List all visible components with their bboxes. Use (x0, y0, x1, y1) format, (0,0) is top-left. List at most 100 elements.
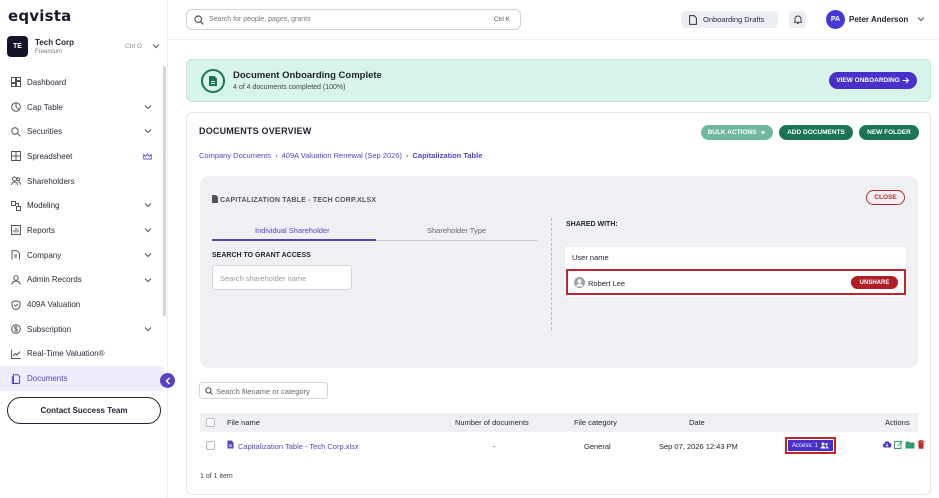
admin-records-icon (11, 275, 21, 285)
shareholder-search-input[interactable]: Search shareholder name (212, 265, 352, 290)
sidebar-item-409a-valuation[interactable]: 409A Valuation (0, 292, 164, 317)
user-name-header: User name (572, 253, 609, 262)
search-shortcut: Ctrl K (493, 16, 510, 23)
company-shortcut: Ctrl O (125, 43, 142, 50)
sidebar-menu: Dashboard Cap Table Securities Spreadshe… (0, 70, 164, 391)
top-bar: Search for people, pages, grants Ctrl K … (168, 0, 939, 40)
chevron-down-icon (144, 104, 152, 109)
edit-icon[interactable] (894, 440, 903, 449)
bulk-actions-button[interactable]: BULK ACTIONS (701, 125, 773, 140)
sidebar-item-subscription[interactable]: Subscription (0, 317, 164, 342)
sidebar-item-label: Reports (27, 225, 56, 235)
trash-icon[interactable] (917, 440, 925, 449)
tab-shareholder-type[interactable]: Shareholder Type (427, 226, 486, 235)
sidebar-item-label: Shareholders (27, 176, 75, 186)
modeling-icon (11, 200, 21, 211)
sidebar-item-cap-table[interactable]: Cap Table (0, 95, 164, 120)
sidebar-item-admin-records[interactable]: Admin Records (0, 268, 164, 293)
notifications-button[interactable] (789, 11, 806, 28)
unshare-button[interactable]: UNSHARE (851, 276, 898, 289)
sidebar-item-spreadsheet[interactable]: Spreadsheet (0, 144, 164, 169)
subscription-icon (11, 324, 21, 335)
select-all-checkbox[interactable] (206, 418, 215, 427)
share-tabs: Individual Shareholder Shareholder Type (212, 220, 538, 241)
breadcrumb-item[interactable]: 409A Valuation Renewal (Sep 2026) (282, 151, 402, 160)
column-header-actions: Actions (885, 418, 910, 427)
view-onboarding-button[interactable]: VIEW ONBOARDING (829, 72, 917, 89)
sidebar: eqvista TE Tech Corp Freemium Ctrl O Das… (0, 0, 168, 498)
breadcrumb-current: Capitalization Table (412, 151, 483, 160)
sidebar-item-reports[interactable]: Reports (0, 218, 164, 243)
share-access-panel: CAPITALIZATION TABLE - TECH CORP.XLSX CL… (200, 176, 918, 368)
chevron-down-icon (144, 129, 152, 134)
company-switcher[interactable]: TE Tech Corp Freemium Ctrl O (7, 36, 162, 62)
sidebar-item-real-time-valuation[interactable]: Real-Time Valuation® (0, 342, 164, 367)
sidebar-item-shareholders[interactable]: Shareholders (0, 169, 164, 194)
document-icon (689, 15, 697, 25)
new-folder-button[interactable]: NEW FOLDER (859, 125, 919, 140)
shared-user-row: Robert Lee UNSHARE (566, 269, 906, 295)
panel-divider (551, 218, 552, 330)
sidebar-item-label: Spreadsheet (27, 151, 73, 161)
banner-subtitle: 4 of 4 documents completed (100%) (233, 84, 346, 91)
sidebar-item-dashboard[interactable]: Dashboard (0, 70, 164, 95)
documents-icon (11, 373, 21, 384)
collapse-sidebar-button[interactable] (160, 373, 175, 388)
document-check-icon (201, 69, 225, 93)
sidebar-scrollbar[interactable] (163, 66, 166, 316)
file-search-input[interactable]: Search filename or category (199, 382, 328, 399)
folder-icon[interactable] (905, 440, 915, 449)
onboarding-drafts-button[interactable]: Onboarding Drafts (681, 11, 778, 28)
row-checkbox[interactable] (206, 441, 215, 450)
grid-icon (11, 151, 21, 162)
securities-icon (11, 127, 21, 137)
sidebar-item-label: Dashboard (27, 77, 67, 87)
shared-with-label: SHARED WITH: (566, 221, 618, 228)
sidebar-item-label: Modeling (27, 201, 60, 211)
access-button[interactable]: Access: 1 (785, 437, 836, 454)
sidebar-item-label: Admin Records (27, 275, 82, 285)
add-documents-button[interactable]: ADD DOCUMENTS (779, 125, 853, 140)
column-header-number-of-documents[interactable]: Number of documents (455, 418, 529, 427)
column-header-file-category[interactable]: File category (574, 418, 617, 427)
search-to-grant-access-label: SEARCH TO GRANT ACCESS (212, 252, 311, 259)
view-onboarding-label: VIEW ONBOARDING (836, 77, 900, 84)
tab-individual-shareholder[interactable]: Individual Shareholder (255, 226, 330, 235)
company-avatar: TE (7, 36, 28, 57)
download-cloud-icon[interactable] (882, 440, 892, 449)
pie-chart-icon (11, 102, 21, 112)
shield-icon (11, 299, 21, 310)
breadcrumb-separator: › (406, 151, 409, 160)
file-name-link[interactable]: Capitalization Table - Tech Corp.xlsx (238, 442, 359, 451)
users-icon (820, 442, 829, 449)
column-header-file-name[interactable]: File name (227, 418, 260, 427)
column-header-date[interactable]: Date (689, 418, 705, 427)
app-logo[interactable]: eqvista (8, 7, 71, 25)
breadcrumb-separator: › (275, 151, 278, 160)
sidebar-item-company[interactable]: Company (0, 243, 164, 268)
row-actions (882, 440, 925, 449)
table-row: Capitalization Table - Tech Corp.xlsx - … (200, 435, 925, 457)
sidebar-item-securities[interactable]: Securities (0, 119, 164, 144)
user-name: Peter Anderson (849, 15, 909, 24)
company-name: Tech Corp (35, 38, 74, 47)
chevron-down-icon (144, 228, 152, 233)
active-tab-indicator (212, 239, 376, 241)
file-category-cell: General (584, 442, 611, 451)
sidebar-item-label: Securities (27, 127, 63, 137)
sidebar-item-documents[interactable]: Documents (0, 366, 164, 391)
sidebar-item-modeling[interactable]: Modeling (0, 193, 164, 218)
chevron-down-icon (144, 252, 152, 258)
bulk-actions-label: BULK ACTIONS (707, 129, 757, 136)
onboarding-complete-banner: Document Onboarding Complete 4 of 4 docu… (186, 59, 931, 102)
close-panel-button[interactable]: CLOSE (866, 190, 905, 205)
chevron-down-icon (144, 277, 152, 282)
breadcrumb-item[interactable]: Company Documents (199, 151, 271, 160)
chevron-down-icon (144, 203, 152, 208)
pagination-count: 1 of 1 item (200, 473, 233, 480)
file-icon (212, 195, 218, 203)
caret-down-icon (760, 131, 766, 134)
global-search-input[interactable]: Search for people, pages, grants Ctrl K (186, 9, 521, 30)
contact-success-team-button[interactable]: Contact Success Team (7, 397, 161, 424)
avatar: PA (826, 10, 845, 29)
